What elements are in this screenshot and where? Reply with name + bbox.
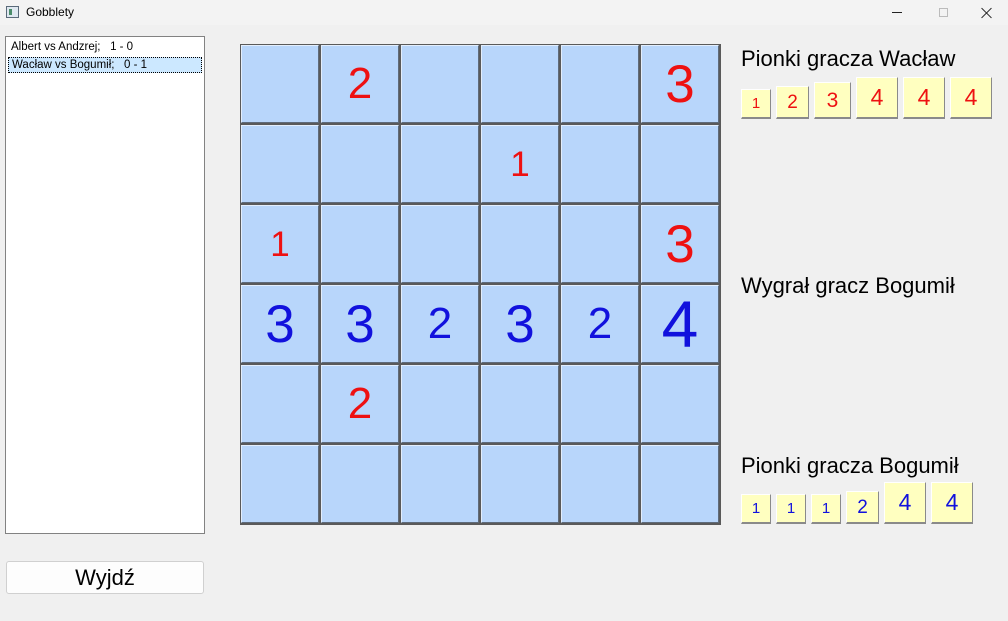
board-cell[interactable]	[321, 125, 399, 203]
board-cell[interactable]	[561, 45, 639, 123]
board-cell[interactable]	[481, 365, 559, 443]
player-top-label: Pionki gracza Wacław	[741, 46, 956, 71]
board-cell[interactable]: 2	[321, 365, 399, 443]
board-piece: 3	[265, 294, 295, 354]
board-cell[interactable]	[561, 205, 639, 283]
board-piece: 2	[347, 379, 373, 428]
title-bar: Gobblety	[0, 0, 1008, 25]
board-cell[interactable]	[401, 125, 479, 203]
board-piece: 3	[505, 294, 535, 354]
maximize-icon	[938, 8, 948, 17]
board-piece: 2	[587, 299, 613, 348]
list-item[interactable]: Albert vs Andzrej; 1 - 0	[8, 40, 202, 56]
board-cell[interactable]: 3	[321, 285, 399, 363]
board-cell[interactable]	[641, 365, 719, 443]
board-cell[interactable]	[481, 205, 559, 283]
board-cell[interactable]: 4	[641, 285, 719, 363]
app-icon	[6, 6, 19, 18]
board-cell[interactable]: 3	[481, 285, 559, 363]
piece-button[interactable]: 2	[846, 491, 879, 524]
board-cell[interactable]: 1	[241, 205, 319, 283]
board-piece: 1	[270, 224, 290, 264]
minimize-button[interactable]	[874, 0, 920, 25]
status-text: Wygrał gracz Bogumił	[741, 273, 955, 298]
exit-button[interactable]: Wyjdź	[6, 561, 204, 594]
window-title: Gobblety	[26, 5, 75, 19]
board-cell[interactable]	[241, 365, 319, 443]
board-piece: 1	[510, 144, 530, 184]
board-cell[interactable]	[561, 125, 639, 203]
piece-button[interactable]: 4	[931, 482, 973, 524]
board-piece: 2	[427, 299, 453, 348]
piece-button[interactable]: 3	[814, 82, 851, 119]
board-cell[interactable]	[241, 445, 319, 523]
board-cell[interactable]	[241, 45, 319, 123]
close-icon	[981, 7, 993, 19]
board-cell[interactable]: 3	[641, 45, 719, 123]
board-cell[interactable]: 2	[321, 45, 399, 123]
piece-button[interactable]: 1	[741, 494, 771, 524]
board-piece: 3	[345, 294, 375, 354]
board-cell[interactable]	[401, 45, 479, 123]
close-button[interactable]	[964, 0, 1008, 25]
board-cell[interactable]: 2	[561, 285, 639, 363]
board-cell[interactable]: 1	[481, 125, 559, 203]
board-cell[interactable]	[561, 365, 639, 443]
board-cell[interactable]: 2	[401, 285, 479, 363]
minimize-icon	[892, 12, 902, 13]
piece-button[interactable]: 2	[776, 86, 809, 119]
board-piece: 3	[665, 214, 695, 274]
piece-button[interactable]: 1	[811, 494, 841, 524]
board-cell[interactable]	[241, 125, 319, 203]
board-cell[interactable]	[401, 205, 479, 283]
list-item[interactable]: Wacław vs Bogumił; 0 - 1	[8, 57, 202, 73]
piece-button[interactable]: 4	[903, 77, 945, 119]
games-list[interactable]: Albert vs Andzrej; 1 - 0 Wacław vs Bogum…	[5, 36, 205, 534]
board-cell[interactable]	[641, 125, 719, 203]
piece-button[interactable]: 4	[856, 77, 898, 119]
board-cell[interactable]: 3	[641, 205, 719, 283]
piece-button[interactable]: 1	[741, 89, 771, 119]
board-cell[interactable]	[401, 445, 479, 523]
board-piece: 4	[661, 287, 699, 361]
piece-button[interactable]: 1	[776, 494, 806, 524]
piece-button[interactable]: 4	[884, 482, 926, 524]
board-piece: 3	[665, 54, 695, 114]
board-cell[interactable]	[321, 445, 399, 523]
board-cell[interactable]	[481, 445, 559, 523]
maximize-button[interactable]	[920, 0, 966, 25]
board-cell[interactable]	[321, 205, 399, 283]
board-cell[interactable]	[401, 365, 479, 443]
board-piece: 2	[347, 59, 373, 108]
board-cell[interactable]	[641, 445, 719, 523]
game-board: 231133323242	[240, 44, 721, 525]
piece-button[interactable]: 4	[950, 77, 992, 119]
player-bottom-label: Pionki gracza Bogumił	[741, 453, 959, 478]
board-cell[interactable]	[561, 445, 639, 523]
board-cell[interactable]: 3	[241, 285, 319, 363]
board-cell[interactable]	[481, 45, 559, 123]
